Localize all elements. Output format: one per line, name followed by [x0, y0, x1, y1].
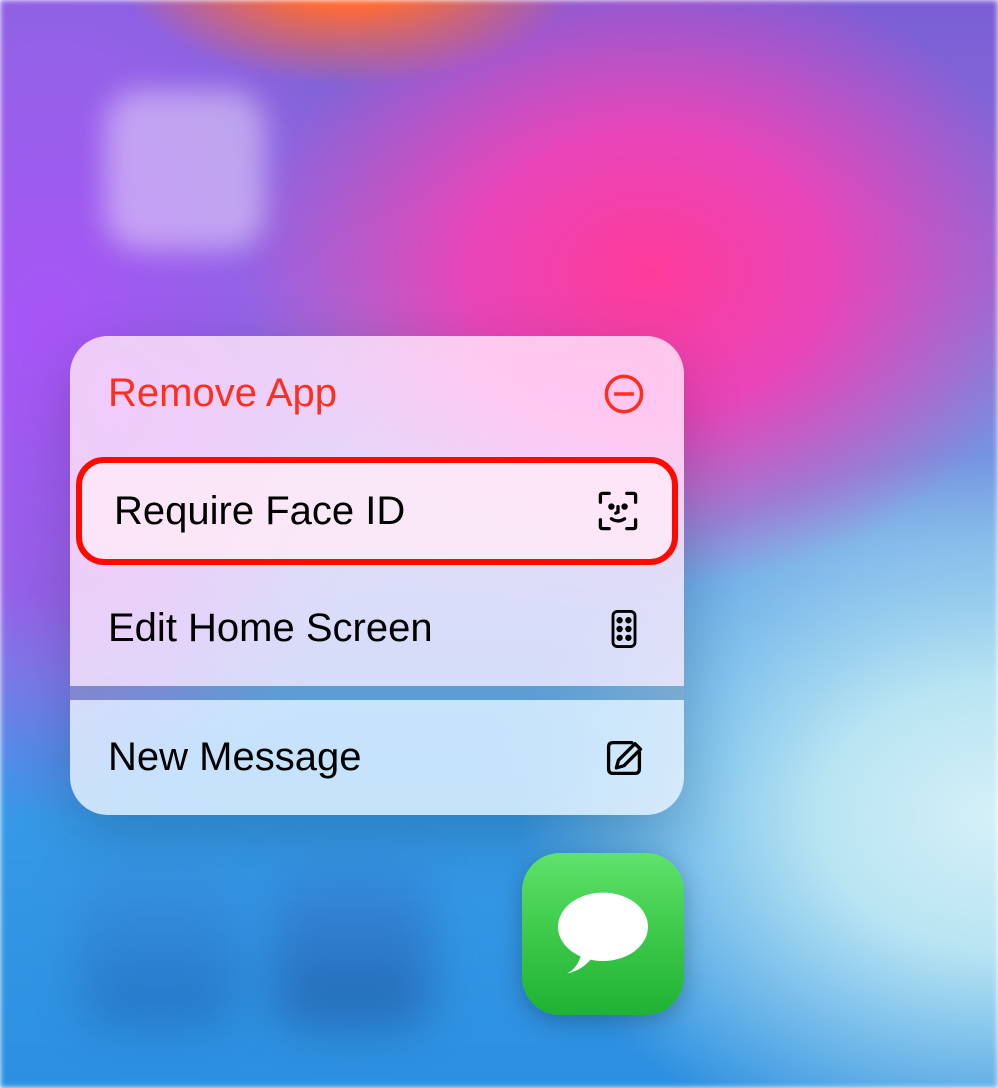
- app-context-menu: Remove App Require Face ID: [70, 336, 684, 815]
- menu-item-label: New Message: [108, 735, 361, 780]
- remove-app-item[interactable]: Remove App: [70, 336, 684, 451]
- messages-app-icon[interactable]: [522, 853, 684, 1015]
- blurred-dock-icon: [80, 868, 240, 1028]
- face-id-icon: [596, 489, 640, 533]
- speech-bubble-icon: [549, 889, 657, 979]
- menu-section-divider: [70, 686, 684, 700]
- compose-icon: [602, 736, 646, 780]
- menu-item-label: Require Face ID: [114, 489, 405, 534]
- edit-home-screen-item[interactable]: Edit Home Screen: [70, 571, 684, 686]
- dock-area: [50, 858, 950, 1038]
- remove-circle-icon: [602, 372, 646, 416]
- require-face-id-item[interactable]: Require Face ID: [76, 457, 678, 565]
- apps-grid-icon: [602, 607, 646, 651]
- menu-item-label: Edit Home Screen: [108, 606, 433, 651]
- blurred-dock-icon: [272, 868, 432, 1028]
- new-message-item[interactable]: New Message: [70, 700, 684, 815]
- menu-item-label: Remove App: [108, 371, 337, 416]
- blurred-app-icon: [105, 90, 265, 250]
